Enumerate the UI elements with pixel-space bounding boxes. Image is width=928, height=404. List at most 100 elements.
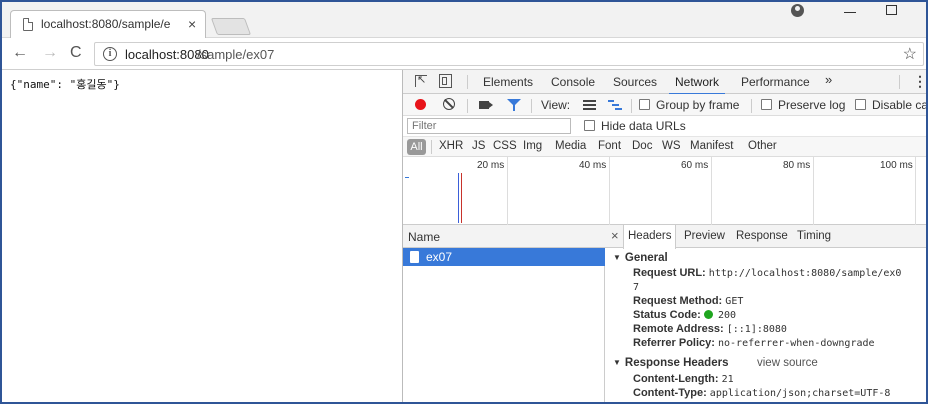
remote-address-key: Remote Address: xyxy=(633,323,724,335)
type-filter-img[interactable]: Img xyxy=(523,140,542,152)
preserve-log-checkbox[interactable] xyxy=(761,99,772,110)
content-length-row: Content-Length: 21 xyxy=(633,373,734,385)
resource-type-filters: All XHR JS CSS Img Media Font Doc WS Man… xyxy=(403,137,926,157)
status-ok-icon xyxy=(703,310,713,319)
gridline xyxy=(711,157,712,225)
referrer-policy-row: Referrer Policy: no-referrer-when-downgr… xyxy=(633,337,875,349)
browser-tab[interactable]: localhost:8080/sample/e × xyxy=(10,10,206,38)
divider xyxy=(531,99,532,113)
more-tabs-icon[interactable]: » xyxy=(825,72,832,87)
tick-label: 100 ms xyxy=(880,160,913,171)
kebab-menu-icon[interactable]: ⋮ xyxy=(913,73,926,90)
content-type-key: Content-Type: xyxy=(633,387,707,399)
profile-icon[interactable] xyxy=(791,4,804,17)
request-list: Name ex07 xyxy=(403,225,605,402)
request-method-row: Request Method: GET xyxy=(633,295,743,307)
type-filter-doc[interactable]: Doc xyxy=(632,140,652,152)
content-length-key: Content-Length: xyxy=(633,373,719,385)
tab-console[interactable]: Console xyxy=(551,75,595,89)
content-type-row: Content-Type: application/json;charset=U… xyxy=(633,387,890,399)
reload-icon[interactable]: C xyxy=(70,44,82,62)
request-method-key: Request Method: xyxy=(633,295,723,307)
tab-response[interactable]: Response xyxy=(736,230,788,242)
type-filter-css[interactable]: CSS xyxy=(493,140,517,152)
page-icon xyxy=(23,18,33,31)
clear-icon[interactable] xyxy=(443,98,455,110)
divider xyxy=(631,99,632,113)
divider xyxy=(431,140,432,154)
type-filter-media[interactable]: Media xyxy=(555,140,586,152)
large-rows-icon[interactable] xyxy=(583,100,596,110)
filter-icon[interactable] xyxy=(507,99,521,111)
type-filter-js[interactable]: JS xyxy=(472,140,485,152)
gridline xyxy=(915,157,916,225)
tab-close-icon[interactable]: × xyxy=(188,16,196,32)
type-filter-ws[interactable]: WS xyxy=(662,140,681,152)
content-type-value: application/json;charset=UTF-8 xyxy=(709,388,891,399)
new-tab-button[interactable] xyxy=(210,18,252,35)
browser-toolbar: ← → C i localhost:8080 /sample/ex07 ☆ xyxy=(2,38,926,70)
inspect-element-icon[interactable] xyxy=(415,73,427,87)
request-name: ex07 xyxy=(426,250,453,264)
forward-arrow-icon[interactable]: → xyxy=(42,44,58,62)
bookmark-star-icon[interactable]: ☆ xyxy=(903,44,917,64)
filter-input[interactable] xyxy=(407,118,571,134)
filter-bar: Hide data URLs xyxy=(403,116,926,137)
tab-headers[interactable]: Headers xyxy=(623,225,677,249)
tab-performance[interactable]: Performance xyxy=(741,75,810,89)
browser-window: localhost:8080/sample/e × ← → C i localh… xyxy=(0,0,928,404)
content-length-value: 21 xyxy=(721,374,734,385)
minimize-icon[interactable] xyxy=(844,12,856,13)
device-toolbar-icon[interactable] xyxy=(439,74,452,88)
devtools-panel: Elements Console Sources Network Perform… xyxy=(402,70,928,402)
tab-timing[interactable]: Timing xyxy=(797,230,831,242)
tick-label: 40 ms xyxy=(579,160,607,171)
group-by-frame-checkbox[interactable] xyxy=(639,99,650,110)
general-section-toggle[interactable]: General xyxy=(613,252,668,264)
hide-data-urls-label: Hide data URLs xyxy=(601,119,686,133)
close-icon[interactable]: × xyxy=(611,228,619,243)
network-toolbar: View: Group by frame Preserve log Disabl… xyxy=(403,94,928,116)
tab-title: localhost:8080/sample/e xyxy=(41,17,171,31)
tick-label: 60 ms xyxy=(681,160,709,171)
tab-preview[interactable]: Preview xyxy=(684,230,725,242)
name-column-label: Name xyxy=(408,230,441,244)
dom-content-loaded-marker xyxy=(458,173,459,223)
view-source-link[interactable]: view source xyxy=(757,357,818,369)
json-response-text: {"name": "홍길동"} xyxy=(10,78,120,91)
back-arrow-icon[interactable]: ← xyxy=(12,44,28,62)
preserve-log-label: Preserve log xyxy=(778,98,846,112)
remote-address-row: Remote Address: [::1]:8080 xyxy=(633,323,787,335)
maximize-icon[interactable] xyxy=(886,5,897,15)
capture-screenshots-icon[interactable] xyxy=(479,101,493,109)
type-filter-manifest[interactable]: Manifest xyxy=(690,140,733,152)
type-filter-other[interactable]: Other xyxy=(748,140,777,152)
disable-cache-label: Disable ca xyxy=(872,98,928,112)
gridline xyxy=(609,157,610,225)
divider xyxy=(751,99,752,113)
view-label: View: xyxy=(541,98,571,112)
overview-icon[interactable] xyxy=(608,99,622,111)
request-row[interactable]: ex07 xyxy=(403,248,605,266)
request-url-row: Request URL: http://localhost:8080/sampl… xyxy=(633,267,901,279)
document-icon xyxy=(410,251,419,263)
type-filter-xhr[interactable]: XHR xyxy=(439,140,463,152)
info-icon[interactable]: i xyxy=(103,47,117,61)
record-icon[interactable] xyxy=(415,99,426,110)
name-column-header[interactable]: Name xyxy=(403,225,605,248)
hide-data-urls-checkbox[interactable] xyxy=(584,120,595,131)
type-filter-all[interactable]: All xyxy=(407,139,426,155)
type-filter-font[interactable]: Font xyxy=(598,140,621,152)
address-bar[interactable]: i localhost:8080 /sample/ex07 ☆ xyxy=(94,42,924,66)
tick-label: 20 ms xyxy=(477,160,505,171)
tab-sources[interactable]: Sources xyxy=(613,75,657,89)
request-url-wrap: 7 xyxy=(633,281,639,293)
network-overview[interactable]: 20 ms 40 ms 60 ms 80 ms 100 ms xyxy=(403,157,926,225)
tab-elements[interactable]: Elements xyxy=(483,75,533,89)
tab-network[interactable]: Network xyxy=(668,75,726,95)
response-headers-section-toggle[interactable]: Response Headers xyxy=(613,357,729,369)
gridline xyxy=(507,157,508,225)
disable-cache-checkbox[interactable] xyxy=(855,99,866,110)
page-content: {"name": "홍길동"} xyxy=(2,70,402,402)
request-bar xyxy=(405,177,409,178)
